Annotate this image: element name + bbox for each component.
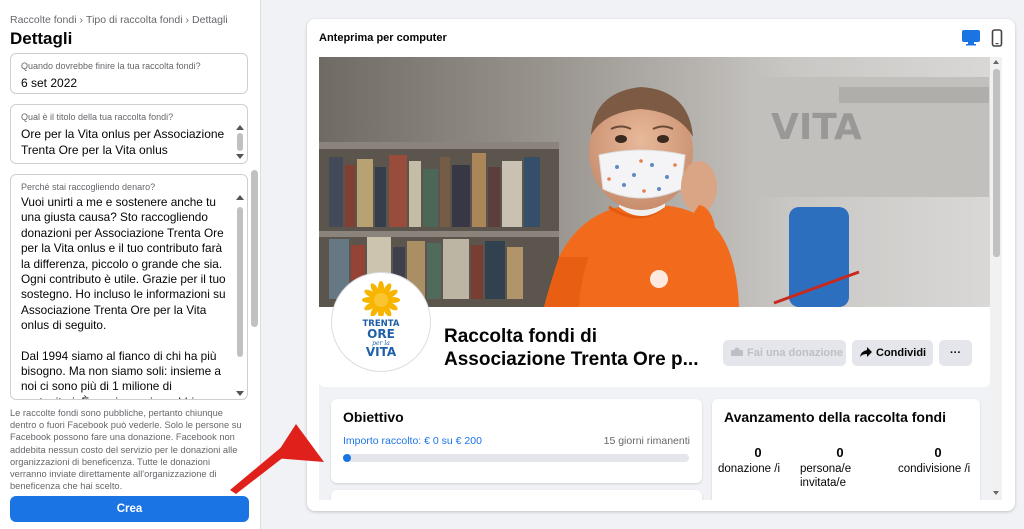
organization-avatar[interactable]: TRENTA ORE per la VITA bbox=[332, 273, 430, 371]
cover-photo: VITA bbox=[319, 57, 990, 307]
goal-progress-bar bbox=[343, 454, 689, 462]
end-date-value[interactable]: 6 set 2022 bbox=[21, 75, 231, 91]
shares-stat: 0 condivisione /i bbox=[898, 445, 978, 476]
breadcrumb-fundraisers[interactable]: Raccolte fondi bbox=[10, 14, 77, 26]
details-panel: Raccolte fondi › Tipo di raccolta fondi › De… bbox=[0, 0, 261, 529]
reason-paragraph-2: Dal 1994 siamo al fianco di chi ha più b… bbox=[21, 348, 221, 399]
scroll-down-icon[interactable] bbox=[236, 391, 244, 396]
donations-label: donazione /i bbox=[718, 463, 781, 475]
about-card bbox=[331, 490, 702, 500]
invited-stat: 0 persona/e invitata/e bbox=[800, 445, 880, 490]
amount-raised[interactable]: Importo raccolto: € 0 su € 200 bbox=[343, 435, 482, 447]
title-field[interactable]: Qual è il titolo della tua raccolta fond… bbox=[10, 104, 248, 164]
preview-scrollbar[interactable] bbox=[991, 57, 1002, 500]
breadcrumb-details: Dettagli bbox=[192, 14, 228, 26]
reason-field[interactable]: Perché stai raccogliendo denaro? Vuoi un… bbox=[10, 174, 248, 400]
scroll-down-icon[interactable] bbox=[993, 491, 999, 495]
page-title: Dettagli bbox=[10, 29, 73, 48]
scroll-down-icon[interactable] bbox=[236, 154, 244, 159]
goal-heading: Obiettivo bbox=[343, 409, 404, 425]
goal-progress-fill bbox=[343, 454, 351, 462]
title-scrollbar[interactable] bbox=[235, 123, 245, 161]
breadcrumb: Raccolte fondi › Tipo di raccolta fondi › De… bbox=[10, 14, 228, 26]
mobile-icon[interactable] bbox=[991, 29, 1003, 47]
invited-label: persona/e invitata/e bbox=[800, 463, 852, 489]
scroll-up-icon[interactable] bbox=[236, 195, 244, 200]
scroll-thumb[interactable] bbox=[237, 207, 243, 357]
logo-line-4: VITA bbox=[366, 345, 397, 359]
days-remaining: 15 giorni rimanenti bbox=[603, 435, 690, 447]
scroll-thumb[interactable] bbox=[993, 69, 1000, 257]
end-date-field[interactable]: Quando dovrebbe finire la tua raccolta f… bbox=[10, 53, 248, 94]
panel-scrollbar[interactable] bbox=[251, 170, 258, 327]
goal-card: Obiettivo Importo raccolto: € 0 su € 200… bbox=[331, 399, 702, 483]
invited-count: 0 bbox=[836, 445, 844, 460]
preview-title: Anteprima per computer bbox=[319, 32, 447, 44]
share-button[interactable]: Condividi bbox=[852, 340, 933, 366]
red-annotation-arrow-icon bbox=[230, 424, 324, 494]
donations-stat: 0 donazione /i bbox=[718, 445, 798, 476]
title-label: Qual è il titolo della tua raccolta fond… bbox=[21, 112, 174, 122]
breadcrumb-fundraiser-type[interactable]: Tipo di raccolta fondi bbox=[86, 14, 183, 26]
scroll-thumb[interactable] bbox=[237, 133, 243, 151]
donate-button-label: Fai una donazione bbox=[747, 347, 843, 359]
shares-label: condivisione /i bbox=[898, 463, 971, 475]
scroll-up-icon[interactable] bbox=[236, 125, 244, 130]
wall-poster-text: VITA bbox=[771, 107, 862, 148]
breadcrumb-separator: › bbox=[185, 14, 190, 26]
logo-line-2: ORE bbox=[367, 327, 395, 341]
public-disclaimer: Le raccolte fondi sono pubbliche, pertan… bbox=[10, 408, 242, 492]
progress-heading: Avanzamento della raccolta fondi bbox=[724, 409, 946, 425]
donations-count: 0 bbox=[754, 445, 762, 460]
donate-button[interactable]: Fai una donazione bbox=[723, 340, 846, 366]
share-button-label: Condividi bbox=[876, 347, 927, 359]
title-value[interactable]: Ore per la Vita onlus per Associazione T… bbox=[21, 126, 231, 158]
create-button[interactable]: Crea bbox=[10, 496, 249, 522]
fundraiser-progress-card: Avanzamento della raccolta fondi 0 donaz… bbox=[712, 399, 980, 500]
end-date-label: Quando dovrebbe finire la tua raccolta f… bbox=[21, 61, 201, 71]
breadcrumb-separator: › bbox=[79, 14, 84, 26]
fundraiser-page-frame: VITA TRENTA ORE per la VITA Raccolta fon… bbox=[319, 57, 1002, 500]
fundraiser-title: Raccolta fondi di Associazione Trenta Or… bbox=[444, 326, 699, 370]
reason-paragraph-1: Vuoi unirti a me e sostenere anche tu un… bbox=[21, 195, 226, 333]
trenta-ore-logo: TRENTA ORE per la VITA bbox=[355, 281, 407, 359]
reason-value[interactable]: Vuoi unirti a me e sostenere anche tu un… bbox=[21, 195, 231, 399]
share-arrow-icon bbox=[860, 346, 872, 357]
more-options-button[interactable]: ··· bbox=[939, 340, 972, 366]
desktop-preview: Anteprima per computer VITA TRENTA ORE p… bbox=[307, 19, 1015, 511]
more-options-icon: ··· bbox=[950, 347, 961, 359]
shares-count: 0 bbox=[934, 445, 942, 460]
reason-label: Perché stai raccogliendo denaro? bbox=[21, 182, 156, 192]
scroll-up-icon[interactable] bbox=[993, 60, 999, 64]
donate-icon bbox=[731, 347, 743, 357]
desktop-icon[interactable] bbox=[962, 30, 980, 46]
reason-scrollbar[interactable] bbox=[235, 193, 245, 398]
